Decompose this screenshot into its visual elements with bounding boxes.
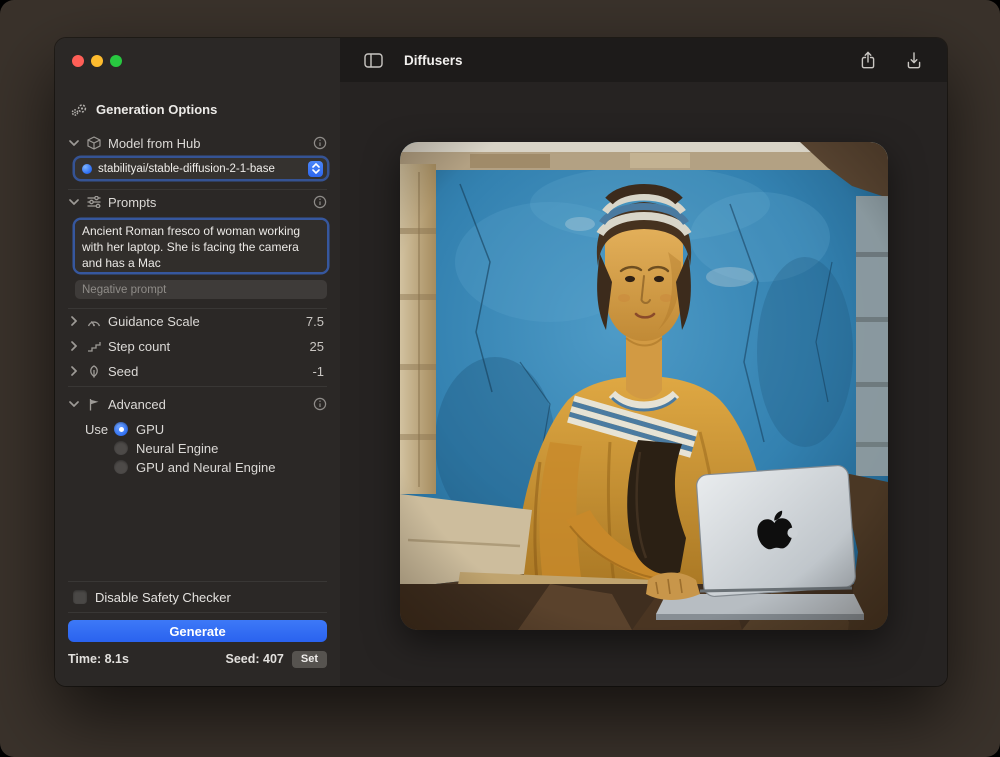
divider xyxy=(68,308,327,309)
app-window: Generation Options Model from Hub stabil… xyxy=(55,38,947,686)
model-color-dot xyxy=(82,164,92,174)
seed-label: Seed xyxy=(108,364,138,379)
guidance-scale-value: 7.5 xyxy=(306,314,327,329)
radio-neural-engine-label: Neural Engine xyxy=(136,441,218,456)
chevron-right-icon[interactable] xyxy=(68,341,79,351)
step-count-row[interactable]: Step count 25 xyxy=(68,336,327,356)
app-title: Diffusers xyxy=(404,53,463,68)
guidance-scale-label: Guidance Scale xyxy=(108,314,200,329)
generated-image[interactable] xyxy=(400,142,888,630)
chevron-down-icon[interactable] xyxy=(68,401,79,407)
compute-option-gpu[interactable]: GPU xyxy=(114,419,164,439)
model-select[interactable]: stabilityai/stable-diffusion-2-1-base xyxy=(75,158,327,179)
image-canvas xyxy=(340,82,947,686)
sliders-icon xyxy=(85,196,102,208)
desktop-background: Generation Options Model from Hub stabil… xyxy=(0,0,1000,757)
step-count-label: Step count xyxy=(108,339,170,354)
status-bar: Time: 8.1s Seed: 407 Set xyxy=(68,648,327,670)
minimize-window-button[interactable] xyxy=(91,55,103,67)
chevron-right-icon[interactable] xyxy=(68,366,79,376)
save-image-icon[interactable] xyxy=(903,49,925,71)
safety-checker-checkbox[interactable] xyxy=(73,590,87,604)
toolbar: Diffusers xyxy=(340,38,947,83)
chevron-down-icon[interactable] xyxy=(68,140,79,146)
radio-neural-engine[interactable] xyxy=(114,441,128,455)
zoom-window-button[interactable] xyxy=(110,55,122,67)
time-status: Time: 8.1s xyxy=(68,652,129,666)
step-count-value: 25 xyxy=(310,339,327,354)
divider xyxy=(68,581,327,582)
gauge-icon xyxy=(85,316,102,327)
cube-icon xyxy=(85,136,102,150)
prompt-input[interactable]: Ancient Roman fresco of woman working wi… xyxy=(75,220,327,272)
info-circle-icon[interactable] xyxy=(313,397,327,411)
prompts-section-label: Prompts xyxy=(108,195,156,210)
advanced-section-label: Advanced xyxy=(108,397,166,412)
seed-status: Seed: 407 xyxy=(226,652,284,666)
model-section-row[interactable]: Model from Hub xyxy=(68,133,327,153)
window-controls xyxy=(72,55,122,67)
divider xyxy=(68,386,327,387)
model-section-label: Model from Hub xyxy=(108,136,200,151)
radio-gpu-neural-engine[interactable] xyxy=(114,460,128,474)
safety-checker-row[interactable]: Disable Safety Checker xyxy=(73,587,231,607)
divider xyxy=(68,612,327,613)
chevron-down-icon[interactable] xyxy=(68,199,79,205)
guidance-scale-row[interactable]: Guidance Scale 7.5 xyxy=(68,311,327,331)
radio-gpu[interactable] xyxy=(114,422,128,436)
sidebar-toggle-icon[interactable] xyxy=(362,49,384,71)
chevron-right-icon[interactable] xyxy=(68,316,79,326)
radio-gpu-neural-engine-label: GPU and Neural Engine xyxy=(136,460,275,475)
info-circle-icon[interactable] xyxy=(313,195,327,209)
flag-icon xyxy=(85,398,102,411)
prompts-section-row[interactable]: Prompts xyxy=(68,192,327,212)
main-area: Diffusers xyxy=(340,38,947,686)
advanced-section-row[interactable]: Advanced xyxy=(68,394,327,414)
share-icon[interactable] xyxy=(857,49,879,71)
leaf-icon xyxy=(85,365,102,378)
steps-icon xyxy=(85,340,102,352)
sidebar-title: Generation Options xyxy=(96,102,217,117)
generation-options-header: Generation Options xyxy=(71,98,217,120)
negative-prompt-input[interactable] xyxy=(75,280,327,299)
model-select-value: stabilityai/stable-diffusion-2-1-base xyxy=(98,163,302,175)
info-circle-icon[interactable] xyxy=(313,136,327,150)
use-label: Use xyxy=(85,419,108,439)
sidebar: Generation Options Model from Hub stabil… xyxy=(55,38,340,686)
divider xyxy=(68,189,327,190)
radio-gpu-label: GPU xyxy=(136,422,164,437)
safety-checker-label: Disable Safety Checker xyxy=(95,590,231,605)
gear-pair-icon xyxy=(71,102,88,117)
fresco-illustration xyxy=(400,142,888,630)
seed-row[interactable]: Seed -1 xyxy=(68,361,327,381)
seed-value: -1 xyxy=(312,364,327,379)
compute-option-gpu-and-neural-engine[interactable]: GPU and Neural Engine xyxy=(114,457,275,477)
close-window-button[interactable] xyxy=(72,55,84,67)
compute-option-neural-engine[interactable]: Neural Engine xyxy=(114,438,218,458)
select-stepper-icon[interactable] xyxy=(308,161,323,177)
set-seed-button[interactable]: Set xyxy=(292,651,327,668)
generate-button[interactable]: Generate xyxy=(68,620,327,642)
